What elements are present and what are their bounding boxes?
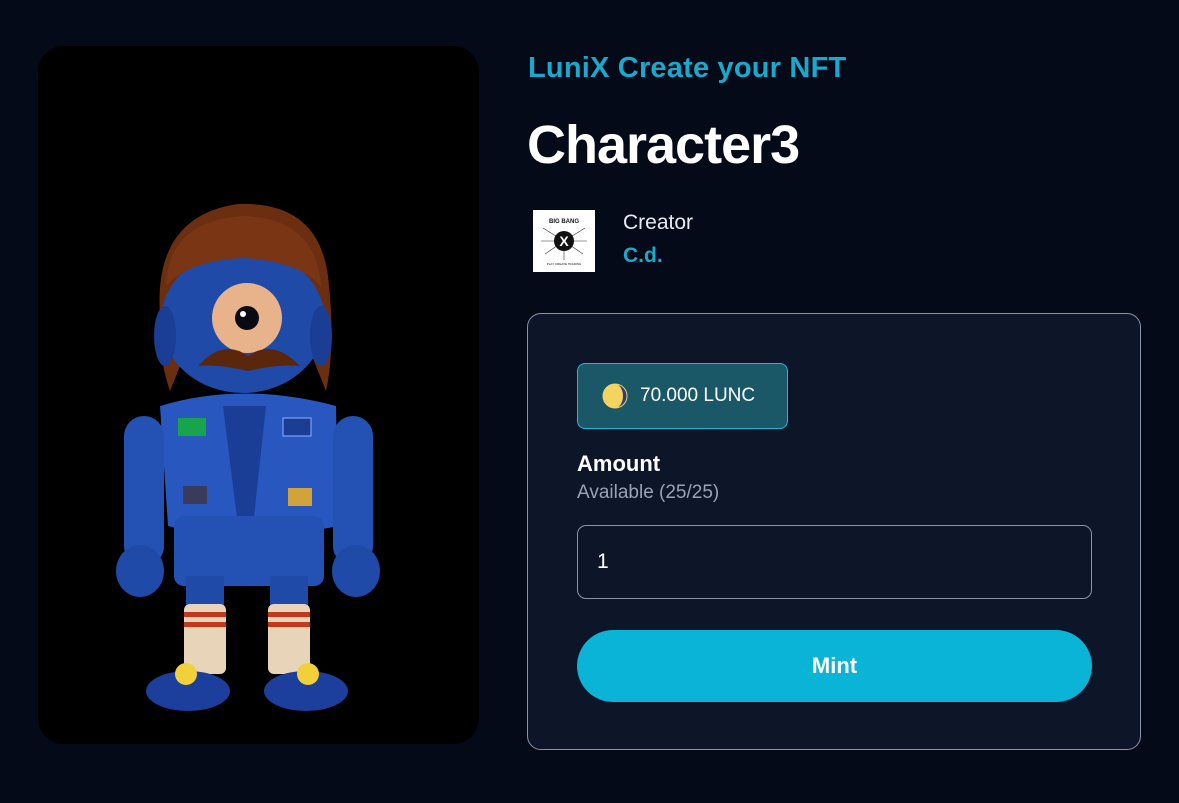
- creator-logo-top-text: BIG BANG: [549, 219, 579, 225]
- price-badge: 70.000 LUNC: [577, 363, 788, 429]
- amount-label: Amount: [577, 451, 661, 476]
- price-text: 70.000 LUNC: [640, 385, 756, 406]
- nft-title: Character3: [527, 115, 800, 175]
- collection-title: LuniX Create your NFT: [528, 52, 847, 84]
- creator-logo-bottom-text: PLAY CREATE TRADING: [547, 262, 582, 266]
- creator-label: Creator: [623, 211, 694, 234]
- mint-button[interactable]: Mint: [577, 630, 1092, 702]
- creator-logo-letter: X: [559, 233, 569, 249]
- amount-input[interactable]: [577, 525, 1092, 599]
- lunc-coin-icon: [602, 383, 628, 409]
- nft-mint-page: LuniX Create your NFT Character3 X BIG B…: [0, 0, 1179, 803]
- available-count: Available (25/25): [577, 482, 720, 503]
- mint-panel: 70.000 LUNC Amount Available (25/25) Min…: [527, 313, 1141, 750]
- creator-name-link[interactable]: C.d.: [623, 244, 663, 268]
- creator-avatar[interactable]: X BIG BANG PLAY CREATE TRADING: [533, 210, 595, 272]
- nft-image: [38, 46, 479, 744]
